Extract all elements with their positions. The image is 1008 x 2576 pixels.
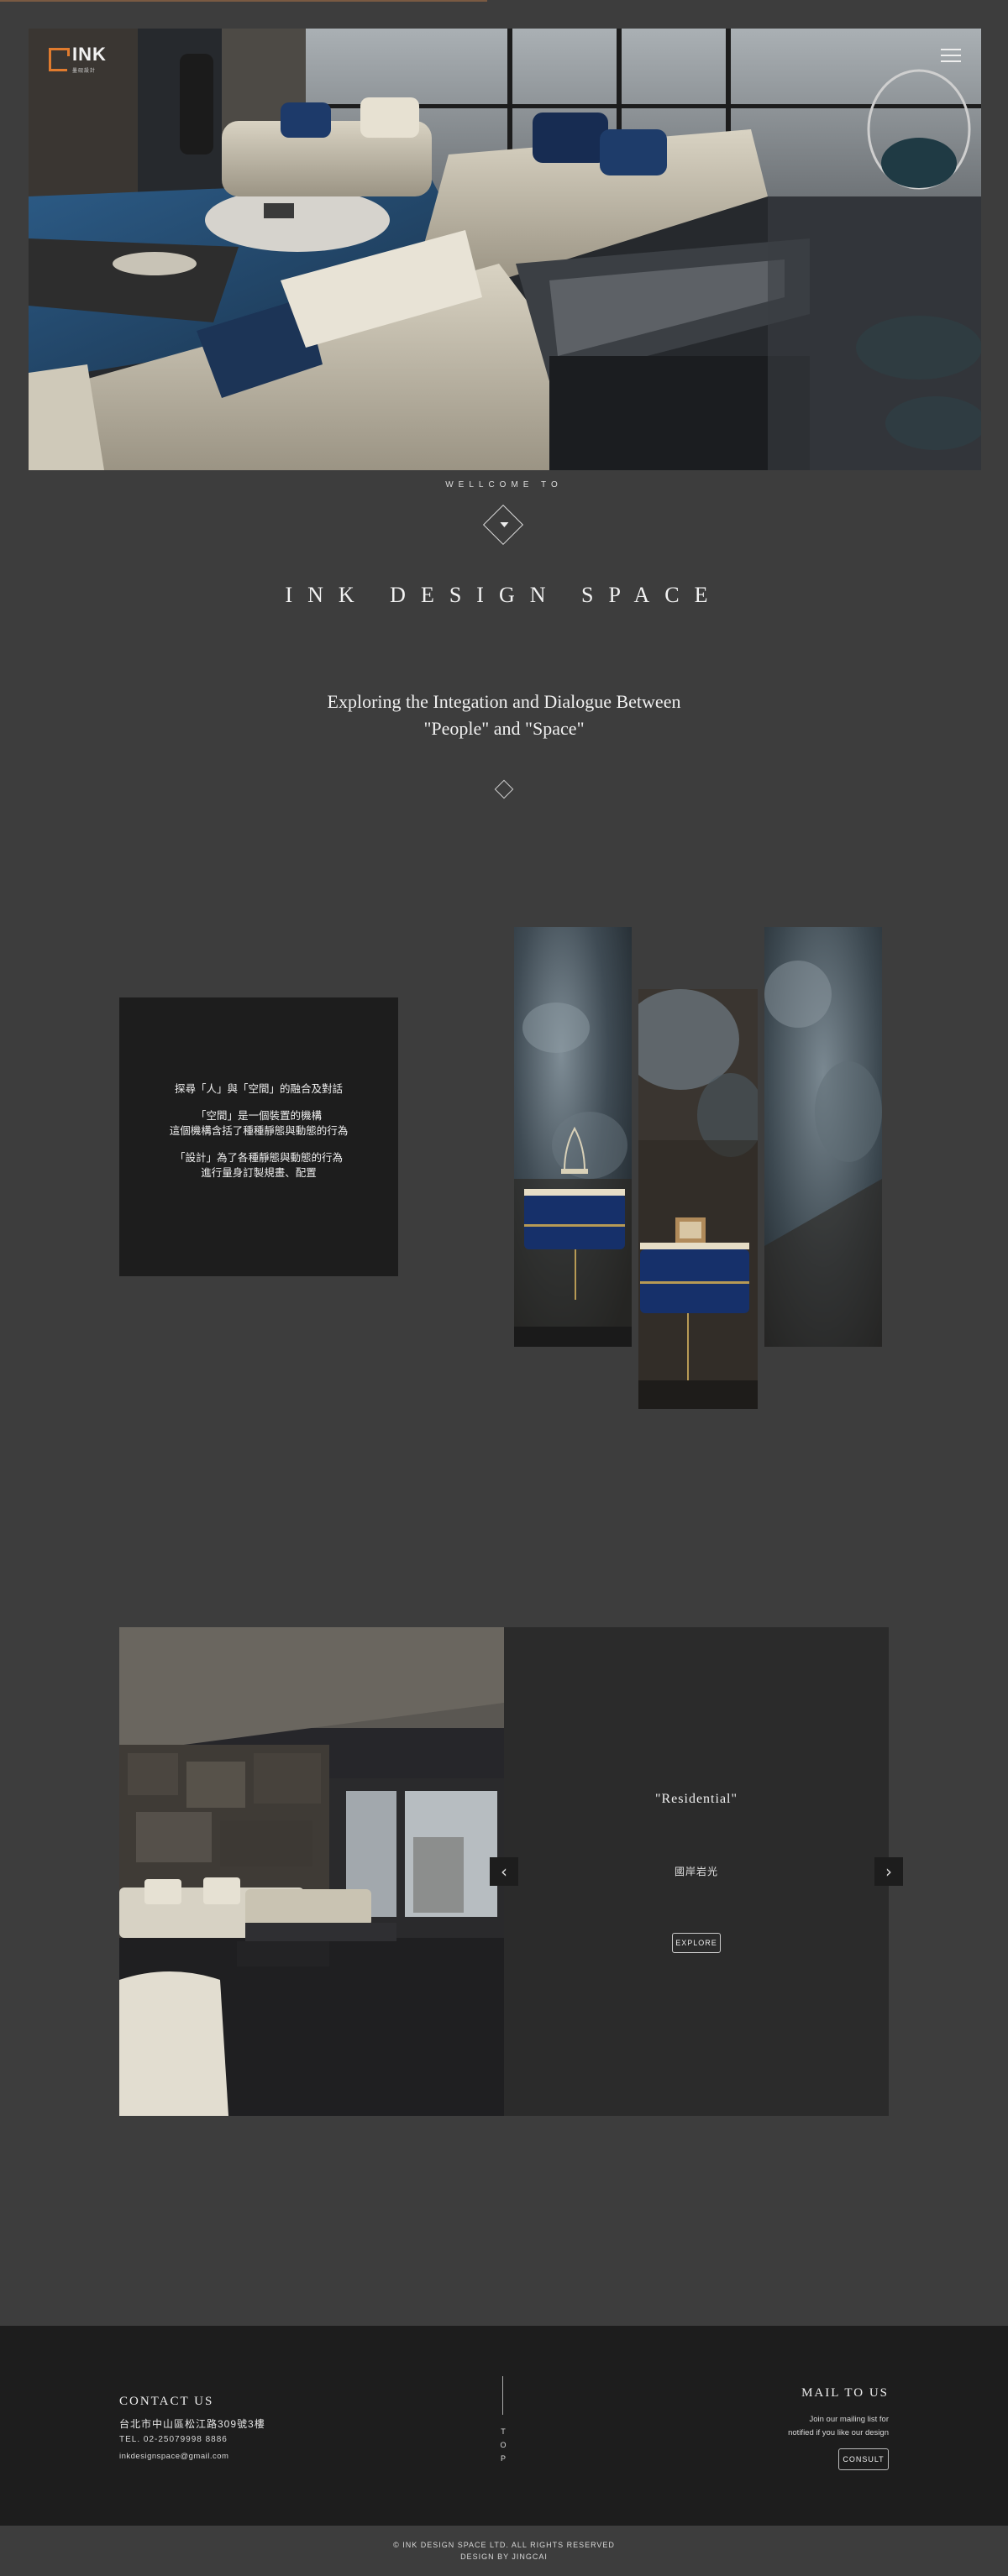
project-title: "Residential" [654,1792,738,1806]
chevron-left-icon: ‹ [501,1861,507,1882]
top-accent-line [0,0,487,2]
diamond-divider-icon [494,779,514,799]
copyright: © INK DESIGN SPACE LTD. ALL RIGHTS RESER… [0,2539,1008,2563]
contact-title: CONTACT US [119,2395,214,2408]
project-info-card: "Residential" 國岸岩光 EXPLORE [504,1627,889,2116]
contact-email[interactable]: inkdesignspace@gmail.com [119,2452,228,2461]
philosophy-para-3: 「設計」為了各種靜態與動態的行為 進行量身訂製規畫、配置 [175,1150,343,1181]
explore-button[interactable]: EXPLORE [672,1933,721,1953]
back-to-top-label: T O P [500,2427,507,2463]
hero-image: INK 墨砚設計 [29,29,981,470]
cabinet-vignette-image [638,989,758,1409]
interior-panel-left [514,927,632,1347]
project-subtitle: 國岸岩光 [674,1866,718,1877]
brand-name: INK [72,44,107,65]
interior-panel-middle [638,989,758,1409]
interior-panel-right [764,927,882,1347]
philosophy-line-1: 探尋「人」與「空間」的融合及對話 [174,1083,343,1095]
tagline-line-2: "People" and "Space" [423,718,585,739]
footer: CONTACT US 台北市中山區松江路309號3樓 TEL. 02-25079… [0,2326,1008,2526]
consult-button[interactable]: CONSULT [838,2448,889,2470]
contact-address: 台北市中山區松江路309號3樓 [119,2418,265,2430]
back-to-top-button[interactable]: T O P [498,2425,508,2465]
site-title: INK DESIGN SPACE [285,583,723,607]
copyright-line-2: DESIGN BY JINGCAI [460,2552,548,2561]
brand-subtitle: 墨砚設計 [72,69,97,74]
project-photo[interactable] [119,1627,504,2116]
mail-description-line-1: Join our mailing list for [809,2415,889,2424]
brand-logo[interactable]: INK 墨砚設計 [49,45,107,74]
scroll-down-button[interactable] [482,504,524,546]
contact-phone[interactable]: TEL. 02-25079998 8886 [119,2435,228,2444]
mail-description-line-2: notified if you like our design [788,2428,889,2437]
caret-down-icon [500,522,509,527]
residential-living-room-image [119,1627,504,2116]
philosophy-line-2: 「空間」是一個裝置的機構 [195,1110,322,1122]
philosophy-card: 探尋「人」與「空間」的融合及對話 「空間」是一個裝置的機構 這個機構含括了種種靜… [119,997,398,1276]
philosophy-line-5: 進行量身訂製規畫、配置 [201,1167,317,1179]
copyright-line-1: © INK DESIGN SPACE LTD. ALL RIGHTS RESER… [393,2541,615,2549]
logo-mark-icon [49,48,70,71]
philosophy-line-4: 「設計」為了各種靜態與動態的行為 [174,1152,343,1164]
birdcage-vignette-image [514,927,632,1347]
top-divider-line [502,2376,503,2415]
mail-description: Join our mailing list for notified if yo… [704,2413,889,2440]
living-room-photo [29,29,981,470]
slider-next-button[interactable]: › [874,1857,903,1886]
welcome-label: WELLCOME TO [445,480,563,490]
philosophy-line-3: 這個機構含括了種種靜態與動態的行為 [169,1125,349,1137]
hamburger-menu-icon[interactable] [941,49,961,62]
textured-wall-image [764,927,882,1347]
mail-title: MAIL TO US [801,2386,889,2400]
tagline-line-1: Exploring the Integation and Dialogue Be… [327,691,681,712]
philosophy-para-2: 「空間」是一個裝置的機構 這個機構含括了種種靜態與動態的行為 [170,1108,349,1139]
chevron-right-icon: › [885,1861,892,1882]
tagline: Exploring the Integation and Dialogue Be… [252,689,756,742]
slider-prev-button[interactable]: ‹ [490,1857,518,1886]
